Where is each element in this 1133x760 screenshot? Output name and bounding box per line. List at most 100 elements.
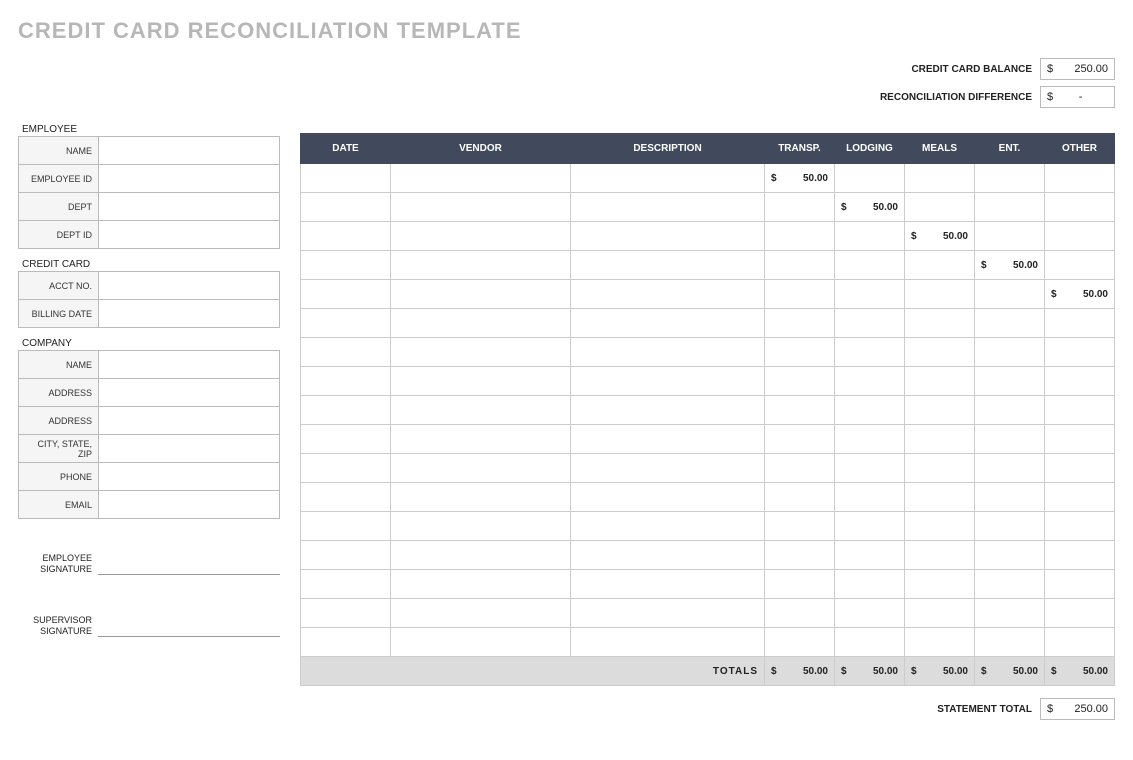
amount-cell[interactable]: $50.00	[765, 164, 835, 193]
amount-cell[interactable]	[905, 599, 975, 628]
amount-cell[interactable]	[765, 512, 835, 541]
field-input[interactable]	[99, 351, 280, 379]
amount-cell[interactable]	[1045, 338, 1115, 367]
amount-cell[interactable]	[765, 541, 835, 570]
amount-cell[interactable]	[835, 367, 905, 396]
cell[interactable]	[301, 367, 391, 396]
field-input[interactable]	[99, 193, 280, 221]
field-input[interactable]	[99, 463, 280, 491]
cell[interactable]	[571, 570, 765, 599]
cell[interactable]	[391, 454, 571, 483]
employee-signature-line[interactable]	[98, 553, 280, 575]
amount-cell[interactable]	[765, 483, 835, 512]
credit-card-balance-value[interactable]: $ 250.00	[1040, 58, 1115, 80]
amount-cell[interactable]	[765, 280, 835, 309]
amount-cell[interactable]	[1045, 599, 1115, 628]
amount-cell[interactable]	[765, 454, 835, 483]
amount-cell[interactable]	[975, 541, 1045, 570]
amount-cell[interactable]	[975, 338, 1045, 367]
field-input[interactable]	[99, 435, 280, 463]
amount-cell[interactable]	[905, 193, 975, 222]
amount-cell[interactable]	[905, 483, 975, 512]
amount-cell[interactable]: $50.00	[835, 193, 905, 222]
amount-cell[interactable]	[1045, 222, 1115, 251]
amount-cell[interactable]	[975, 512, 1045, 541]
cell[interactable]	[391, 367, 571, 396]
field-input[interactable]	[99, 137, 280, 165]
cell[interactable]	[391, 164, 571, 193]
amount-cell[interactable]	[835, 570, 905, 599]
cell[interactable]	[571, 251, 765, 280]
amount-cell[interactable]	[835, 512, 905, 541]
cell[interactable]	[391, 280, 571, 309]
cell[interactable]	[571, 628, 765, 657]
cell[interactable]	[301, 280, 391, 309]
amount-cell[interactable]	[1045, 396, 1115, 425]
cell[interactable]	[301, 193, 391, 222]
amount-cell[interactable]	[905, 628, 975, 657]
amount-cell[interactable]	[835, 164, 905, 193]
cell[interactable]	[571, 164, 765, 193]
amount-cell[interactable]	[975, 222, 1045, 251]
amount-cell[interactable]	[975, 193, 1045, 222]
statement-total-value[interactable]: $ 250.00	[1040, 698, 1115, 720]
amount-cell[interactable]	[835, 454, 905, 483]
cell[interactable]	[301, 251, 391, 280]
amount-cell[interactable]	[835, 309, 905, 338]
cell[interactable]	[571, 338, 765, 367]
amount-cell[interactable]	[975, 164, 1045, 193]
amount-cell[interactable]	[835, 628, 905, 657]
amount-cell[interactable]	[975, 280, 1045, 309]
cell[interactable]	[301, 396, 391, 425]
amount-cell[interactable]	[975, 628, 1045, 657]
amount-cell[interactable]	[975, 599, 1045, 628]
supervisor-signature-line[interactable]	[98, 615, 280, 637]
reconciliation-diff-value[interactable]: $ -	[1040, 86, 1115, 108]
amount-cell[interactable]	[835, 599, 905, 628]
cell[interactable]	[571, 280, 765, 309]
cell[interactable]	[301, 483, 391, 512]
amount-cell[interactable]	[1045, 454, 1115, 483]
cell[interactable]	[301, 338, 391, 367]
amount-cell[interactable]	[975, 396, 1045, 425]
cell[interactable]	[391, 222, 571, 251]
amount-cell[interactable]	[905, 309, 975, 338]
amount-cell[interactable]	[905, 541, 975, 570]
amount-cell[interactable]: $50.00	[905, 222, 975, 251]
amount-cell[interactable]	[975, 425, 1045, 454]
amount-cell[interactable]	[765, 309, 835, 338]
cell[interactable]	[391, 512, 571, 541]
amount-cell[interactable]: $50.00	[1045, 280, 1115, 309]
field-input[interactable]	[99, 491, 280, 519]
cell[interactable]	[301, 425, 391, 454]
field-input[interactable]	[99, 165, 280, 193]
cell[interactable]	[571, 309, 765, 338]
cell[interactable]	[571, 367, 765, 396]
amount-cell[interactable]	[905, 396, 975, 425]
cell[interactable]	[571, 483, 765, 512]
field-input[interactable]	[99, 300, 280, 328]
amount-cell[interactable]	[765, 628, 835, 657]
amount-cell[interactable]	[1045, 570, 1115, 599]
cell[interactable]	[301, 628, 391, 657]
amount-cell[interactable]	[1045, 309, 1115, 338]
amount-cell[interactable]	[765, 599, 835, 628]
amount-cell[interactable]	[905, 280, 975, 309]
cell[interactable]	[301, 222, 391, 251]
amount-cell[interactable]	[975, 483, 1045, 512]
cell[interactable]	[571, 541, 765, 570]
field-input[interactable]	[99, 272, 280, 300]
amount-cell[interactable]	[835, 338, 905, 367]
cell[interactable]	[571, 222, 765, 251]
amount-cell[interactable]	[905, 425, 975, 454]
amount-cell[interactable]	[905, 251, 975, 280]
field-input[interactable]	[99, 221, 280, 249]
cell[interactable]	[391, 483, 571, 512]
cell[interactable]	[391, 541, 571, 570]
amount-cell[interactable]	[975, 570, 1045, 599]
cell[interactable]	[571, 454, 765, 483]
cell[interactable]	[571, 396, 765, 425]
amount-cell[interactable]	[765, 193, 835, 222]
cell[interactable]	[571, 425, 765, 454]
amount-cell[interactable]	[905, 570, 975, 599]
